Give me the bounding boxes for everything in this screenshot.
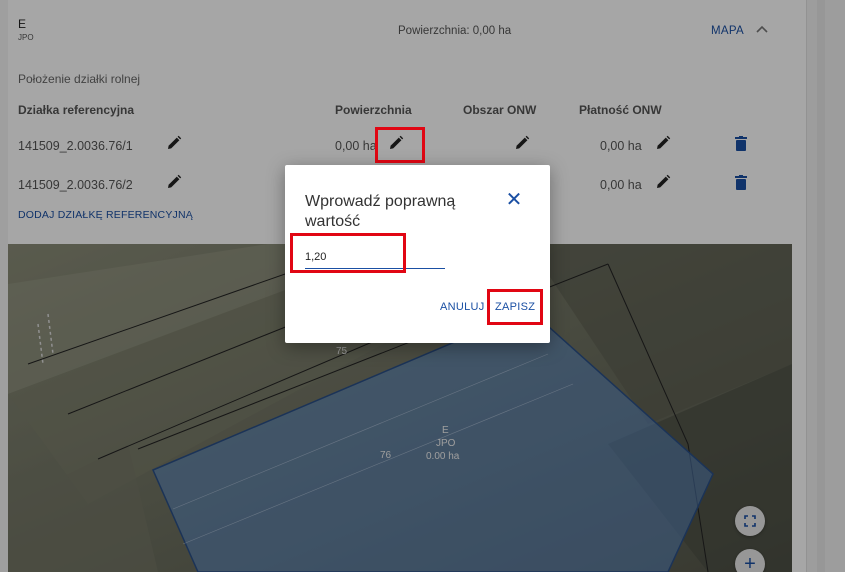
value-input[interactable] xyxy=(305,245,445,269)
close-icon[interactable]: ✕ xyxy=(503,189,525,211)
edit-value-dialog: Wprowadź poprawną wartość ✕ ANULUJ ZAPIS… xyxy=(285,165,550,343)
cancel-button[interactable]: ANULUJ xyxy=(440,301,485,313)
save-button[interactable]: ZAPISZ xyxy=(495,301,535,313)
dialog-title: Wprowadź poprawną wartość xyxy=(305,193,456,230)
